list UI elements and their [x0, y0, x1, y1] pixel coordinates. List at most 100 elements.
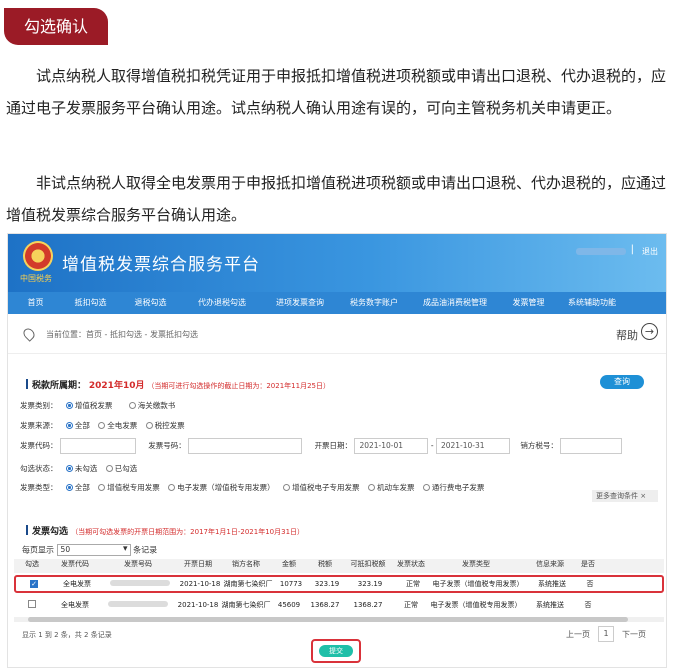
- col-seller: 销方名称: [232, 560, 260, 568]
- banner-separator: |: [630, 244, 634, 255]
- radio-type-e-special[interactable]: [168, 484, 176, 491]
- type-opt-e-vat: 增值税电子专用发票: [292, 483, 360, 492]
- cell-status: 正常: [404, 601, 418, 609]
- pagination: 上一页 1 下一页: [566, 626, 646, 642]
- cell-extra: 否: [584, 601, 592, 609]
- cell-type: 电子发票（增值税专用发票）: [430, 601, 522, 609]
- record-summary: 显示 1 到 2 条，共 2 条记录: [22, 631, 112, 639]
- nav-invoice-manage[interactable]: 发票管理: [501, 292, 556, 314]
- invoice-number-blurred: [108, 601, 168, 607]
- seller-tax-input[interactable]: [560, 438, 623, 454]
- submit-button[interactable]: 提交: [319, 645, 353, 657]
- radio-source-taxcontrol[interactable]: [145, 422, 153, 429]
- table-note: （当期可勾选发票的开票日期范围为：2017年1月1日-2021年10月31日）: [71, 528, 305, 536]
- cell-amount: 45609: [277, 601, 301, 609]
- radio-type-e-vat[interactable]: [283, 484, 291, 491]
- table-row[interactable]: ✓ 全电发票 2021-10-18 湖南第七染织厂 10773 323.19 3…: [14, 575, 664, 593]
- row-checkbox[interactable]: ✓: [30, 580, 38, 588]
- col-check: 勾选: [25, 560, 39, 568]
- date-label: 开票日期：: [314, 441, 353, 450]
- exit-link[interactable]: 退出: [642, 246, 658, 257]
- type-opt-special: 增值税专用发票: [107, 483, 160, 492]
- page-size-control: 每页显示 50 条记录: [22, 544, 157, 556]
- cell-amount: 10773: [279, 580, 303, 588]
- cell-deductible: 323.19: [357, 580, 383, 588]
- type-row: 发票类型： 全部 增值税专用发票 电子发票（增值税专用发票） 增值税电子专用发票…: [20, 482, 484, 493]
- table-row[interactable]: 全电发票 2021-10-18 湖南第七染织厂 45609 1368.27 13…: [14, 596, 664, 614]
- source-row: 发票来源： 全部 全电发票 税控发票: [20, 420, 185, 431]
- nav-deduct-select[interactable]: 抵扣勾选: [63, 292, 118, 314]
- type-opt-all: 全部: [74, 483, 90, 492]
- page-number-button[interactable]: 1: [598, 626, 614, 642]
- number-label: 发票号码：: [148, 441, 186, 450]
- cell-source: 系统推送: [538, 580, 566, 588]
- type-opt-vehicle: 机动车发票: [376, 483, 415, 492]
- cell-extra: 否: [586, 580, 594, 588]
- cell-seller: 湖南第七染织厂: [221, 601, 271, 609]
- row-checkbox[interactable]: [28, 600, 36, 608]
- radio-source-all[interactable]: [65, 422, 73, 429]
- code-input[interactable]: [59, 438, 136, 454]
- cell-code: 全电发票: [63, 580, 91, 588]
- main-nav: 首页 抵扣勾选 退税勾选 代办退税勾选 进项发票查询 税务数字账户 成品油消费税…: [8, 292, 666, 314]
- more-conditions-button[interactable]: 更多查询条件 ×: [592, 490, 658, 502]
- nav-aux[interactable]: 系统辅助功能: [556, 292, 628, 314]
- radio-checked[interactable]: [105, 465, 113, 472]
- arrow-right-icon[interactable]: →: [641, 323, 658, 340]
- invoice-number-blurred: [110, 580, 170, 586]
- page-size-select[interactable]: 50: [56, 544, 131, 556]
- radio-vat[interactable]: [65, 402, 73, 409]
- radio-customs[interactable]: [128, 402, 136, 409]
- date-to-input[interactable]: 2021-10-31: [435, 438, 510, 454]
- nav-oil-tax[interactable]: 成品油消费税管理: [409, 292, 501, 314]
- source-opt-all: 全部: [74, 421, 90, 430]
- period-label: 税款所属期：: [32, 381, 87, 391]
- nav-refund-select[interactable]: 退税勾选: [118, 292, 183, 314]
- nav-home[interactable]: 首页: [8, 292, 63, 314]
- col-type: 发票类型: [462, 560, 490, 568]
- type-label: 发票类型：: [20, 483, 58, 492]
- next-page-button[interactable]: 下一页: [622, 629, 646, 640]
- col-source: 信息来源: [536, 560, 564, 568]
- invoice-category-row: 发票类别： 增值税发票 海关缴款书: [20, 400, 175, 411]
- type-opt-e-special: 电子发票（增值税专用发票）: [177, 483, 275, 492]
- status-opt-checked: 已勾选: [114, 464, 138, 473]
- table-header: 勾选 发票代码 发票号码 开票日期 销方名称 金额 税额 可抵扣税额 发票状态 …: [14, 559, 664, 573]
- platform-screenshot: 中国税务 增值税发票综合服务平台 | 退出 首页 抵扣勾选 退税勾选 代办退税勾…: [7, 233, 667, 668]
- scrollbar-thumb[interactable]: [28, 617, 628, 622]
- seller-tax-label: 销方税号：: [520, 441, 558, 450]
- radio-unchecked[interactable]: [65, 465, 73, 472]
- platform-banner: 中国税务 增值税发票综合服务平台 | 退出: [8, 234, 666, 292]
- radio-type-all[interactable]: [65, 484, 73, 491]
- tax-period: 税款所属期： 2021年10月 （当期可进行勾选操作的截止日期为：2021年11…: [26, 378, 330, 391]
- radio-type-toll[interactable]: [422, 484, 430, 491]
- type-opt-toll: 通行费电子发票: [431, 483, 485, 492]
- paragraph-pilot: 试点纳税人取得增值税扣税凭证用于申报抵扣增值税进项税额或申请出口退税、代办退税的…: [6, 67, 667, 117]
- cell-source: 系统推送: [536, 601, 564, 609]
- table-title: 发票勾选: [32, 527, 69, 537]
- nav-input-query[interactable]: 进项发票查询: [261, 292, 339, 314]
- help-link[interactable]: 帮助: [616, 327, 638, 343]
- number-input[interactable]: [188, 438, 303, 454]
- breadcrumb: 当前位置：首页 - 抵扣勾选 - 发票抵扣勾选: [46, 330, 198, 339]
- query-button[interactable]: 查询: [600, 375, 644, 389]
- submit-highlight: 提交: [311, 639, 361, 663]
- nav-agent-refund[interactable]: 代办退税勾选: [183, 292, 261, 314]
- radio-type-special[interactable]: [98, 484, 106, 491]
- date-separator: -: [430, 441, 434, 450]
- nav-digital-account[interactable]: 税务数字账户: [339, 292, 409, 314]
- page-size-unit: 条记录: [133, 545, 158, 555]
- col-amount: 金额: [282, 560, 296, 568]
- radio-type-vehicle[interactable]: [367, 484, 375, 491]
- cell-type: 电子发票（增值税专用发票）: [432, 580, 524, 588]
- table-scrollbar[interactable]: [14, 617, 664, 622]
- period-value: 2021年10月: [88, 381, 145, 391]
- prev-page-button[interactable]: 上一页: [566, 629, 590, 640]
- date-from-input[interactable]: 2021-10-01: [354, 438, 429, 454]
- source-opt-taxcontrol: 税控发票: [154, 421, 185, 430]
- source-label: 发票来源：: [20, 421, 58, 430]
- col-status: 发票状态: [397, 560, 425, 568]
- col-tax: 税额: [318, 560, 332, 568]
- paragraph-nonpilot: 非试点纳税人取得全电发票用于申报抵扣增值税进项税额或申请出口退税、代办退税的，应…: [6, 174, 667, 224]
- radio-source-eletronic[interactable]: [98, 422, 106, 429]
